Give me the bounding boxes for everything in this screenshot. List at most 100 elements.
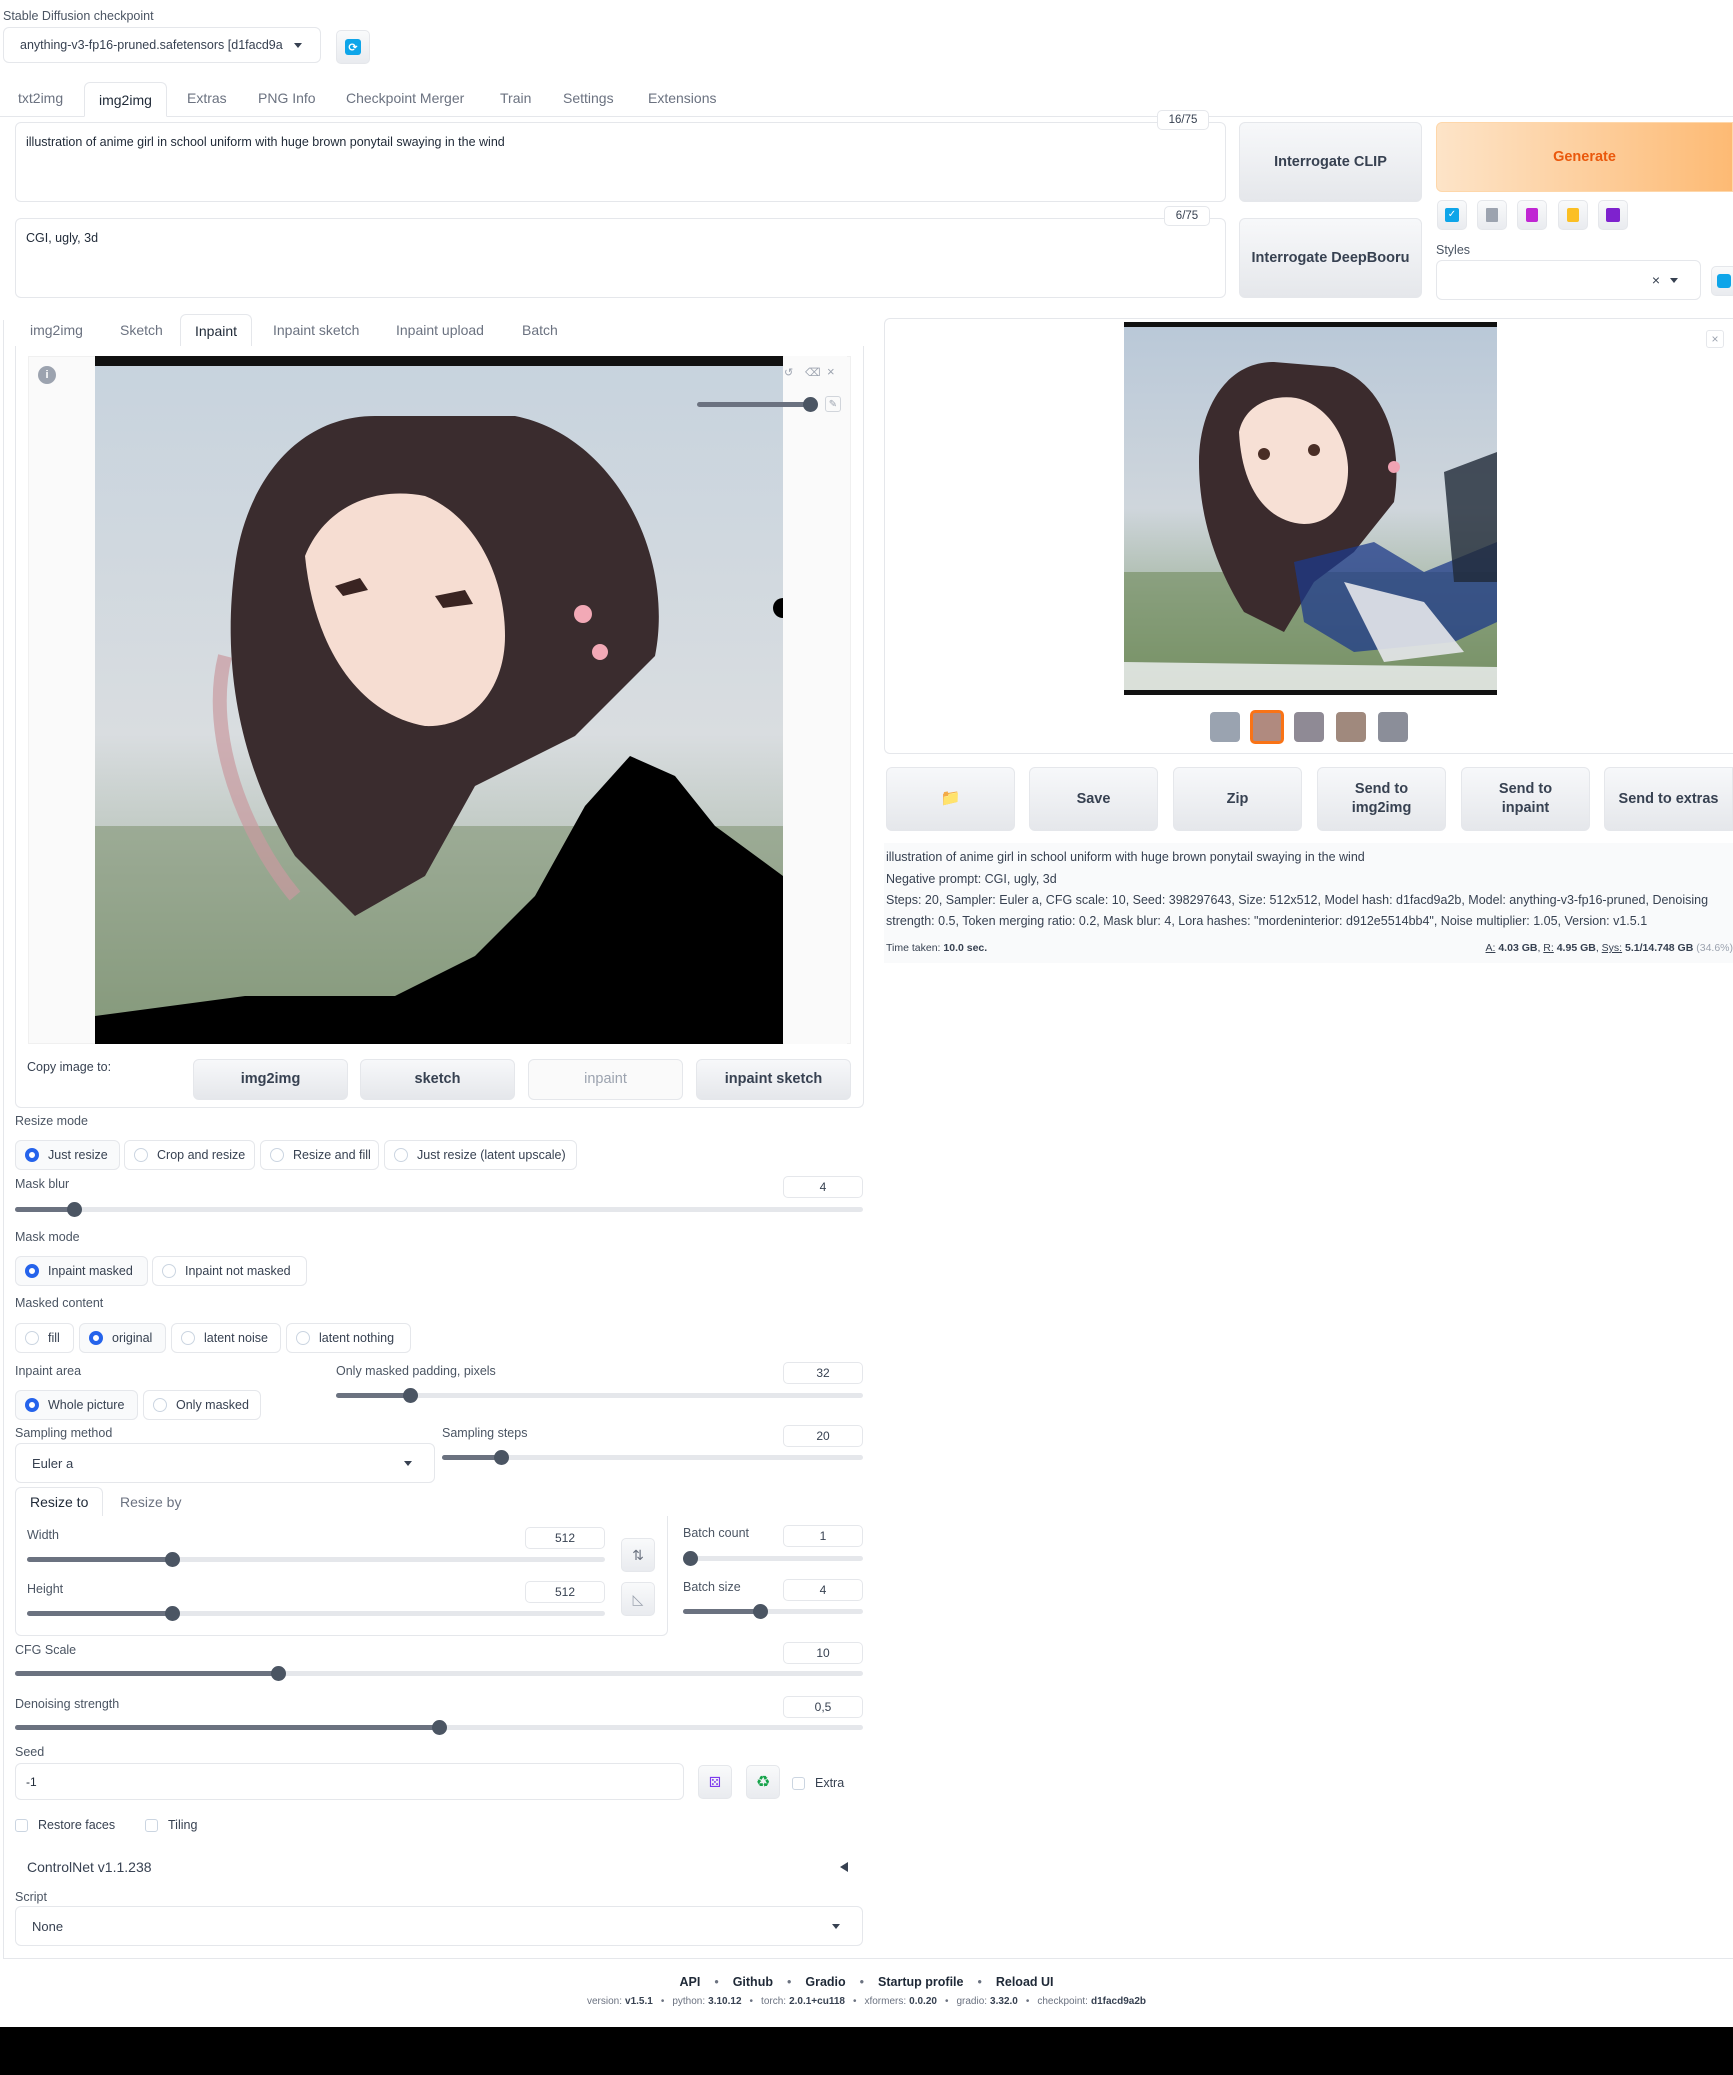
resize-mode-option-just-resize[interactable]: Just resize xyxy=(15,1140,120,1170)
refresh-styles-button[interactable] xyxy=(1711,266,1733,296)
slider-handle[interactable] xyxy=(67,1202,83,1217)
random-seed-button[interactable]: ⚄ xyxy=(698,1765,732,1799)
slider-handle[interactable] xyxy=(683,1551,698,1566)
sampling-steps-slider[interactable] xyxy=(442,1450,863,1465)
sampling-steps-input[interactable]: 20 xyxy=(783,1425,863,1447)
tab-settings[interactable]: Settings xyxy=(563,90,614,106)
thumbnail-3[interactable] xyxy=(1336,712,1366,742)
copy-to-inpaint-sketch-button[interactable]: inpaint sketch xyxy=(696,1059,851,1100)
apply-style-button[interactable] xyxy=(1558,200,1588,230)
brush-icon[interactable]: ✎ xyxy=(825,396,841,412)
cfg-scale-slider[interactable] xyxy=(15,1666,863,1681)
tiling-checkbox[interactable]: Tiling xyxy=(145,1818,197,1832)
tab-img2img[interactable]: img2img xyxy=(84,82,167,117)
interrogate-clip-button[interactable]: Interrogate CLIP xyxy=(1239,122,1422,202)
slider-handle[interactable] xyxy=(753,1604,769,1619)
close-icon[interactable]: × xyxy=(1706,330,1724,348)
batch-count-slider[interactable] xyxy=(683,1551,863,1566)
slider-handle[interactable] xyxy=(164,1552,180,1567)
sub-tab-batch[interactable]: Batch xyxy=(522,322,558,338)
close-icon[interactable]: × xyxy=(827,364,835,379)
copy-to-inpaint-button[interactable]: inpaint xyxy=(528,1059,683,1100)
sub-tab-inpaint[interactable]: Inpaint xyxy=(180,314,253,347)
send-to-extras-button[interactable]: Send to extras xyxy=(1604,767,1733,831)
slider-handle[interactable] xyxy=(493,1450,509,1465)
open-folder-button[interactable]: 📁 xyxy=(886,767,1015,831)
tab-resize-by[interactable]: Resize by xyxy=(120,1494,181,1510)
slider-handle[interactable] xyxy=(432,1720,447,1735)
inpaint-area-option-only-masked[interactable]: Only masked xyxy=(143,1390,261,1420)
show-extra-networks-button[interactable]: ✓ xyxy=(1437,200,1467,230)
generate-button[interactable]: Generate xyxy=(1436,122,1733,192)
output-image[interactable] xyxy=(1124,322,1497,695)
sub-tab-inpaint-upload[interactable]: Inpaint upload xyxy=(396,322,484,338)
controlnet-accordion[interactable]: ControlNet v1.1.238 xyxy=(15,1848,863,1884)
batch-count-input[interactable]: 1 xyxy=(783,1525,863,1547)
checkpoint-dropdown[interactable]: anything-v3-fp16-pruned.safetensors [d1f… xyxy=(3,27,321,63)
tab-txt2img[interactable]: txt2img xyxy=(18,90,63,106)
tab-checkpoint-merger[interactable]: Checkpoint Merger xyxy=(346,90,464,106)
batch-size-slider[interactable] xyxy=(683,1604,863,1619)
clear-prompt-button[interactable] xyxy=(1477,200,1507,230)
slider-handle[interactable] xyxy=(164,1606,180,1621)
mask-mode-option-inpaint-masked[interactable]: Inpaint masked xyxy=(15,1256,148,1286)
footer-link-github[interactable]: Github xyxy=(733,1975,773,1989)
info-icon[interactable]: i xyxy=(38,366,56,384)
inpaint-source-image[interactable] xyxy=(95,356,783,1044)
send-to-inpaint-button[interactable]: Send to inpaint xyxy=(1461,767,1590,831)
zip-button[interactable]: Zip xyxy=(1173,767,1302,831)
footer-link-startup-profile[interactable]: Startup profile xyxy=(878,1975,963,1989)
mask-mode-option-inpaint-not-masked[interactable]: Inpaint not masked xyxy=(152,1256,307,1286)
width-slider[interactable] xyxy=(27,1552,605,1567)
copy-to-sketch-button[interactable]: sketch xyxy=(360,1059,515,1100)
width-input[interactable]: 512 xyxy=(525,1527,605,1549)
mask-blur-slider[interactable] xyxy=(15,1202,863,1217)
tab-extensions[interactable]: Extensions xyxy=(648,90,716,106)
styles-dropdown[interactable]: × xyxy=(1436,260,1701,300)
save-style-button[interactable] xyxy=(1598,200,1628,230)
sub-tab-sketch[interactable]: Sketch xyxy=(120,322,163,338)
height-slider[interactable] xyxy=(27,1606,605,1621)
tab-resize-to[interactable]: Resize to xyxy=(15,1487,104,1517)
save-button[interactable]: Save xyxy=(1029,767,1158,831)
copy-to-img2img-button[interactable]: img2img xyxy=(193,1059,348,1100)
read-params-button[interactable] xyxy=(1517,200,1547,230)
slider-handle[interactable] xyxy=(402,1388,418,1403)
mask-blur-input[interactable]: 4 xyxy=(783,1176,863,1198)
tab-png-info[interactable]: PNG Info xyxy=(258,90,316,106)
footer-link-reload-ui[interactable]: Reload UI xyxy=(996,1975,1054,1989)
inpaint-area-option-whole-picture[interactable]: Whole picture xyxy=(15,1390,138,1420)
masked-content-option-original[interactable]: original xyxy=(79,1323,166,1353)
tab-extras[interactable]: Extras xyxy=(187,90,227,106)
height-input[interactable]: 512 xyxy=(525,1581,605,1603)
undo-icon[interactable]: ↺ xyxy=(784,366,793,379)
refresh-checkpoint-button[interactable]: ⟳ xyxy=(336,30,370,64)
padding-input[interactable]: 32 xyxy=(783,1362,863,1384)
denoising-slider[interactable] xyxy=(15,1720,863,1735)
denoising-input[interactable]: 0,5 xyxy=(783,1696,863,1718)
tab-train[interactable]: Train xyxy=(500,90,531,106)
footer-link-gradio[interactable]: Gradio xyxy=(805,1975,845,1989)
prompt-textarea[interactable]: illustration of anime girl in school uni… xyxy=(15,122,1226,202)
sub-tab-inpaint-sketch[interactable]: Inpaint sketch xyxy=(273,322,359,338)
seed-input[interactable]: -1 xyxy=(15,1763,684,1800)
thumbnail-grid[interactable] xyxy=(1210,712,1240,742)
resize-mode-option-just-resize-latent-upscale[interactable]: Just resize (latent upscale) xyxy=(384,1140,577,1170)
aspect-ratio-button[interactable]: ◺ xyxy=(621,1582,655,1616)
swap-dimensions-button[interactable]: ⇅ xyxy=(621,1538,655,1572)
eraser-icon[interactable]: ⌫ xyxy=(805,366,821,379)
script-dropdown[interactable]: None xyxy=(15,1906,863,1946)
extra-seed-checkbox[interactable]: Extra xyxy=(792,1776,844,1790)
sub-tab-img2img[interactable]: img2img xyxy=(30,322,83,338)
sampling-method-dropdown[interactable]: Euler a xyxy=(15,1443,435,1483)
batch-size-input[interactable]: 4 xyxy=(783,1579,863,1601)
clear-styles-icon[interactable]: × xyxy=(1652,272,1660,288)
thumbnail-2[interactable] xyxy=(1294,712,1324,742)
padding-slider[interactable] xyxy=(336,1388,863,1403)
slider-handle[interactable] xyxy=(270,1666,286,1681)
footer-link-api[interactable]: API xyxy=(679,1975,700,1989)
resize-mode-option-crop-and-resize[interactable]: Crop and resize xyxy=(124,1140,255,1170)
thumbnail-1[interactable] xyxy=(1250,710,1284,744)
negative-prompt-textarea[interactable]: CGI, ugly, 3d xyxy=(15,218,1226,298)
thumbnail-4[interactable] xyxy=(1378,712,1408,742)
